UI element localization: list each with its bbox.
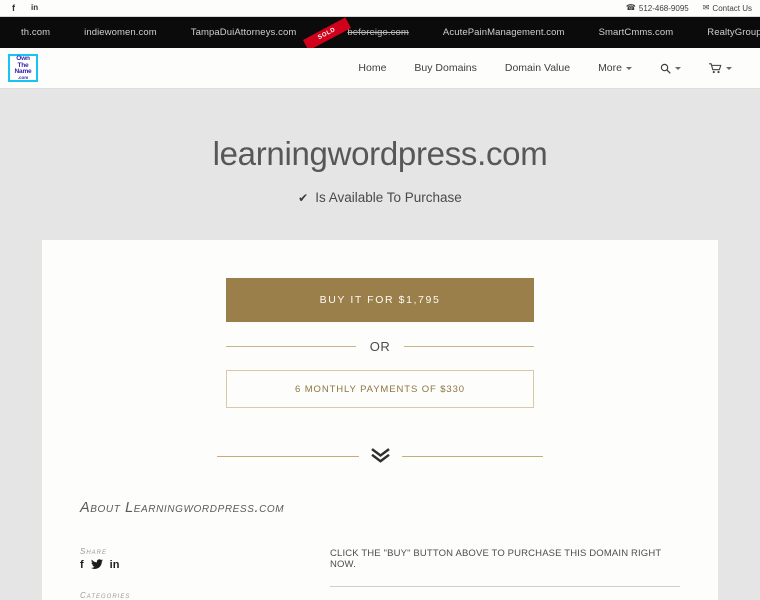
nav-item-buy-domains[interactable]: Buy Domains (400, 62, 490, 74)
twitter-share-icon[interactable] (90, 559, 103, 572)
check-icon: ✔ (298, 190, 309, 205)
nav-item-domain-value[interactable]: Domain Value (491, 62, 584, 74)
about-body-columns: Share f in Categories CLICK THE "BUY" BU… (80, 547, 680, 600)
nav-item-search[interactable] (646, 63, 695, 74)
divider-line-left (217, 455, 359, 457)
nav-label: More (598, 62, 622, 74)
site-logo[interactable]: Own The Name .com (8, 54, 38, 82)
monthly-payments-button[interactable]: 6 MONTHLY PAYMENTS OF $330 (226, 370, 534, 409)
horizontal-rule (330, 586, 680, 588)
or-line-right (404, 346, 534, 348)
chevron-down-icon (626, 66, 632, 70)
nav-label: Home (358, 62, 387, 74)
share-icon-group: f in (80, 559, 330, 572)
facebook-icon[interactable]: f (12, 3, 15, 13)
about-heading: About Learningwordpress.com (80, 500, 285, 517)
purchase-card: BUY IT FOR $1,795 OR 6 MONTHLY PAYMENTS … (42, 240, 718, 600)
about-text-column: CLICK THE "BUY" BUTTON ABOVE TO PURCHASE… (330, 547, 680, 600)
call-to-action-text: CLICK THE "BUY" BUTTON ABOVE TO PURCHASE… (330, 548, 662, 571)
linkedin-share-icon[interactable]: in (110, 560, 120, 571)
utility-social-links: f in (12, 3, 38, 13)
ticker-item[interactable]: TampaDuiAttorneys.com (174, 27, 314, 38)
contact-us-label: Contact Us (712, 3, 752, 13)
double-chevron-down-icon[interactable] (370, 448, 390, 464)
scroll-down-divider (217, 448, 543, 464)
ticker-item[interactable]: th.com (4, 27, 67, 38)
about-sidebar: Share f in Categories (80, 547, 330, 600)
linkedin-icon[interactable]: in (31, 4, 38, 12)
share-label: Share (80, 547, 108, 557)
search-icon (660, 63, 671, 74)
ticker-item[interactable]: SmartCmms.com (582, 27, 691, 38)
chevron-down-icon (726, 66, 732, 70)
nav-item-more[interactable]: More (584, 62, 646, 74)
ticker-item-sold[interactable]: SOLD beforeigo.com (303, 17, 426, 48)
cart-icon (709, 62, 722, 73)
categories-label: Categories (80, 591, 131, 600)
content-card-wrapper: BUY IT FOR $1,795 OR 6 MONTHLY PAYMENTS … (0, 205, 760, 600)
utility-contact-group: ☎ 512-468-9095 ✉ Contact Us (626, 4, 752, 13)
or-line-left (226, 346, 356, 348)
nav-label: Domain Value (504, 62, 571, 74)
facebook-share-icon[interactable]: f (80, 560, 84, 571)
nav-item-home[interactable]: Home (344, 62, 400, 74)
domain-name-title: learningwordpress.com (212, 135, 548, 172)
ticker-item[interactable]: RealtyGroupInc.com (690, 27, 760, 38)
or-label: OR (369, 339, 391, 355)
phone-link[interactable]: ☎ 512-468-9095 (626, 4, 689, 13)
ticker-track: th.com indiewomen.com TampaDuiAttorneys.… (0, 17, 760, 48)
ticker-item[interactable]: AcutePainManagement.com (426, 27, 582, 38)
contact-us-link[interactable]: ✉ Contact Us (703, 4, 752, 13)
hero-section: learningwordpress.com ✔ Is Available To … (0, 89, 760, 206)
ticker-item-label: beforeigo.com (347, 27, 409, 38)
phone-icon: ☎ (625, 3, 636, 12)
availability-status: ✔ Is Available To Purchase (0, 190, 760, 205)
main-navigation: Home Buy Domains Domain Value More (344, 62, 746, 74)
utility-bar: f in ☎ 512-468-9095 ✉ Contact Us (0, 0, 760, 17)
logo-line-4: .com (17, 74, 29, 80)
site-header: Own The Name .com Home Buy Domains Domai… (0, 48, 760, 89)
chevron-down-icon (675, 66, 681, 70)
divider-line-right (401, 455, 543, 457)
envelope-icon: ✉ (702, 3, 710, 12)
nav-label: Buy Domains (414, 62, 477, 74)
buy-now-button[interactable]: BUY IT FOR $1,795 (226, 278, 534, 323)
domain-ticker-bar: th.com indiewomen.com TampaDuiAttorneys.… (0, 17, 760, 48)
or-separator: OR (226, 339, 534, 354)
nav-item-cart[interactable] (695, 62, 746, 74)
phone-number: 512-468-9095 (638, 3, 689, 13)
ticker-item[interactable]: indiewomen.com (67, 27, 174, 38)
availability-label: Is Available To Purchase (315, 190, 462, 206)
